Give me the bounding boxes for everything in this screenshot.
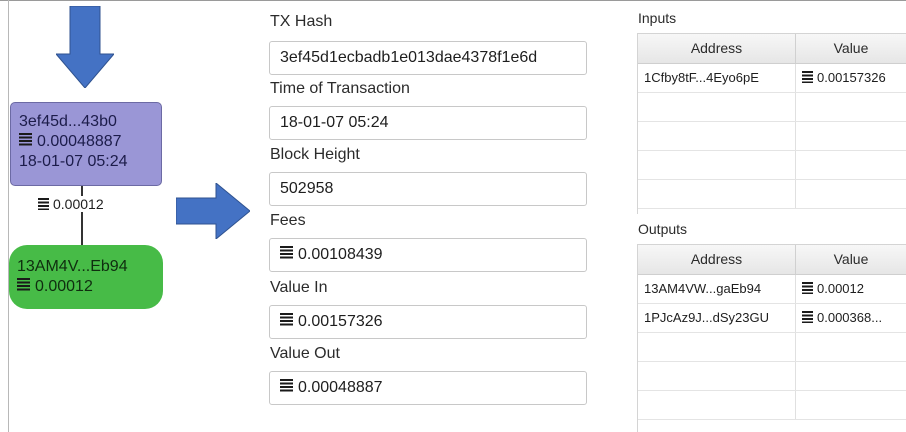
ledger-icon [19,133,32,147]
outputs-table[interactable]: Address Value 13AM4VW...gaEb94 0.00012 1… [637,244,906,432]
fees-field[interactable]: 0.00108439 [269,238,587,272]
inputs-title: Inputs [638,10,677,26]
time-label: Time of Transaction [270,80,410,97]
input-value-cell: 0.00157326 [796,64,906,92]
table-row[interactable]: 1Cfby8tF...4Eyo6pE 0.00157326 [638,64,906,93]
right-arrow-icon [176,183,250,239]
fees-label: Fees [270,212,306,229]
value-in-label: Value In [270,279,328,296]
table-row-empty [638,391,906,420]
table-row-empty [638,333,906,362]
ledger-icon [280,313,293,327]
value-in-value: 0.00157326 [298,313,383,330]
value-out-field[interactable]: 0.00048887 [269,371,587,405]
table-row-empty [638,151,906,180]
input-address: 1Cfby8tF...4Eyo6pE [638,64,796,92]
out-node-address: 13AM4V...Eb94 [17,258,128,275]
table-row-empty [638,180,906,209]
tx-node-time: 18-01-07 05:24 [19,153,128,170]
output-value-cell: 0.00012 [796,275,906,303]
outputs-value-header[interactable]: Value [796,245,906,274]
tx-hash-field[interactable]: 3ef45d1ecbadb1e013dae4378f1e6d [269,41,587,75]
time-field[interactable]: 18-01-07 05:24 [269,106,587,140]
ledger-icon [802,282,813,294]
out-node-value-row: 0.00012 [17,277,163,297]
graph-edge [81,186,83,245]
inputs-table[interactable]: Address Value 1Cfby8tF...4Eyo6pE 0.00157… [637,33,906,214]
table-row-empty [638,362,906,391]
down-arrow-icon [56,6,114,88]
fees-value: 0.00108439 [298,246,383,263]
ledger-icon [802,311,813,323]
transaction-details: TX Hash 3ef45d1ecbadb1e013dae4378f1e6d T… [262,0,602,432]
output-address: 1PJcAz9J...dSy23GU [638,304,796,332]
outputs-title: Outputs [638,221,688,237]
ledger-icon [38,198,49,210]
inputs-value-header[interactable]: Value [796,34,906,63]
ledger-icon [280,379,293,393]
block-height-field[interactable]: 502958 [269,172,587,206]
tx-hash-label: TX Hash [270,13,333,30]
outputs-header: Address Value [638,245,906,275]
table-row-empty [638,122,906,151]
tx-node-hash: 3ef45d...43b0 [19,113,117,130]
transaction-graph[interactable]: 3ef45d...43b0 0.00048887 18-01-07 05:24 … [0,0,250,432]
transaction-node[interactable]: 3ef45d...43b0 0.00048887 18-01-07 05:24 [10,102,162,186]
edge-label: 0.00012 [36,196,106,212]
value-out-label: Value Out [270,345,340,362]
value-in-field[interactable]: 0.00157326 [269,305,587,339]
output-value: 0.00012 [817,281,864,296]
inputs-address-header[interactable]: Address [638,34,796,63]
ledger-icon [280,246,293,260]
out-node-value: 0.00012 [35,278,93,295]
tx-node-value: 0.00048887 [37,133,122,150]
output-address: 13AM4VW...gaEb94 [638,275,796,303]
ledger-icon [17,278,30,292]
value-out-value: 0.00048887 [298,379,383,396]
edge-value: 0.00012 [53,196,104,212]
block-height-label: Block Height [270,146,360,163]
tx-node-value-row: 0.00048887 [19,132,161,152]
input-value: 0.00157326 [817,70,886,85]
output-node[interactable]: 13AM4V...Eb94 0.00012 [9,245,163,309]
table-row[interactable]: 13AM4VW...gaEb94 0.00012 [638,275,906,304]
outputs-address-header[interactable]: Address [638,245,796,274]
inputs-header: Address Value [638,34,906,64]
table-row-empty [638,93,906,122]
output-value-cell: 0.000368... [796,304,906,332]
table-row[interactable]: 1PJcAz9J...dSy23GU 0.000368... [638,304,906,333]
output-value: 0.000368... [817,310,883,325]
ledger-icon [802,71,813,83]
